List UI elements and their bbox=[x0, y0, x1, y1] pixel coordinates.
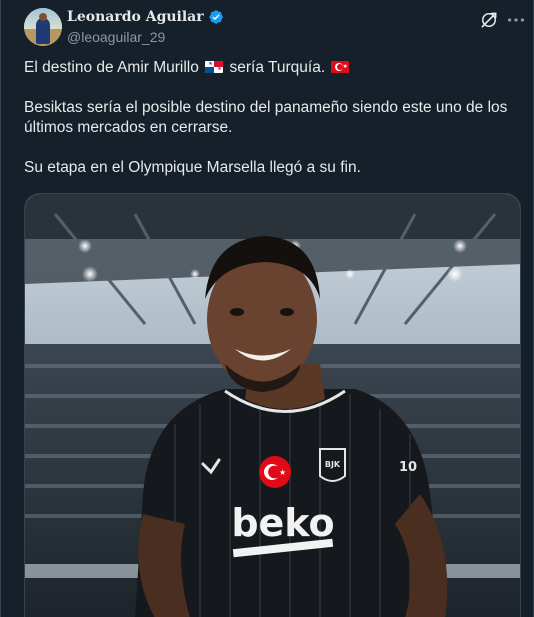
jersey-sponsor: beko bbox=[231, 501, 334, 545]
club-crest-text: BJK bbox=[325, 460, 341, 469]
sleeve-number: 10 bbox=[399, 460, 417, 475]
player-photo: ★ BJK beko 10 bbox=[25, 194, 520, 617]
turkey-flag-icon: ★ bbox=[331, 61, 350, 73]
svg-text:★: ★ bbox=[279, 468, 286, 477]
tweet-header: Leonardo Aguilar @leoaguilar_29 bbox=[1, 0, 533, 60]
panama-flag-icon: ★ ★ bbox=[205, 61, 224, 73]
author-names: Leonardo Aguilar @leoaguilar_29 bbox=[67, 9, 224, 45]
display-name-row[interactable]: Leonardo Aguilar bbox=[67, 9, 224, 25]
tweet-paragraph-3: Su etapa en el Olympique Marsella llegó … bbox=[24, 159, 361, 176]
tweet-line1-middle: sería Turquía. bbox=[229, 59, 326, 76]
tweet-media-photo[interactable]: ★ BJK beko 10 bbox=[24, 193, 521, 617]
tweet-line1-start: El destino de Amir Murillo bbox=[24, 59, 199, 76]
grok-icon[interactable] bbox=[479, 10, 499, 30]
tweet-text: El destino de Amir Murillo ★ ★ sería Turq… bbox=[24, 58, 524, 198]
author-handle[interactable]: @leoaguilar_29 bbox=[67, 29, 224, 45]
tweet-paragraph-1: El destino de Amir Murillo ★ ★ sería Turq… bbox=[24, 58, 524, 78]
avatar-head bbox=[39, 13, 47, 21]
tweet-paragraph-2: Besiktas sería el posible destino del pa… bbox=[24, 99, 508, 136]
avatar[interactable] bbox=[24, 8, 62, 46]
more-options-icon[interactable] bbox=[505, 9, 527, 31]
avatar-figure bbox=[36, 18, 50, 44]
verified-badge-icon bbox=[209, 10, 223, 24]
author-display-name[interactable]: Leonardo Aguilar bbox=[67, 9, 204, 25]
tweet-card[interactable]: Leonardo Aguilar @leoaguilar_29 El desti… bbox=[0, 0, 534, 617]
